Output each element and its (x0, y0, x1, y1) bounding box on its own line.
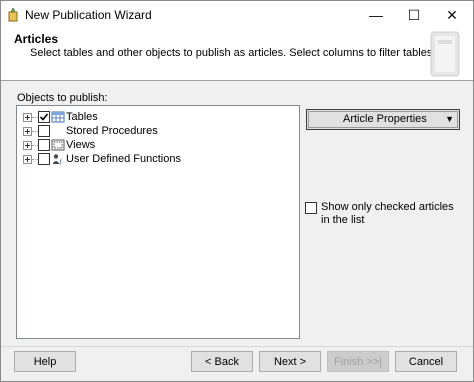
tables-checkbox[interactable] (38, 111, 50, 123)
show-only-checked-label: Show only checked articles in the list (321, 201, 454, 226)
dropdown-arrow-icon: ▼ (445, 114, 454, 124)
app-icon (8, 8, 18, 22)
views-checkbox[interactable] (38, 139, 50, 151)
cancel-button[interactable]: Cancel (395, 351, 457, 372)
tree-node-label: Views (66, 139, 96, 151)
back-button[interactable]: < Back (191, 351, 253, 372)
article-properties-label: Article Properties (343, 113, 427, 125)
stored-procedures-checkbox[interactable] (38, 125, 50, 137)
footer-divider (1, 346, 473, 347)
expand-icon[interactable] (23, 155, 32, 164)
maximize-icon: ☐ (407, 6, 421, 23)
user-defined-functions-checkbox[interactable] (38, 153, 50, 165)
function-icon: f (52, 154, 63, 165)
show-only-checked-checkbox[interactable] (305, 202, 317, 214)
view-icon (51, 139, 65, 151)
table-icon (51, 111, 65, 123)
tree-node-user-defined-functions[interactable]: f User Defined Functions (17, 152, 297, 166)
help-button-label: Help (33, 355, 57, 368)
page-title: Articles (14, 32, 59, 46)
objects-tree[interactable]: Tables Stored Procedures Views f User De… (16, 105, 300, 339)
minimize-button[interactable]: — (357, 1, 395, 29)
wizard-header: Articles Select tables and other objects… (1, 29, 473, 81)
tree-node-label: Stored Procedures (66, 125, 158, 137)
checkmark-icon (39, 113, 49, 121)
help-button[interactable]: Help (14, 351, 76, 372)
maximize-button[interactable]: ☐ (395, 1, 433, 29)
next-button[interactable]: Next > (259, 351, 321, 372)
tree-node-label: User Defined Functions (66, 153, 181, 165)
expand-icon[interactable] (23, 141, 32, 150)
title-bar[interactable]: New Publication Wizard — ☐ ✕ (1, 1, 473, 29)
back-button-label: < Back (205, 355, 239, 368)
page-subtitle: Select tables and other objects to publi… (30, 47, 436, 59)
tree-node-views[interactable]: Views (17, 138, 297, 152)
minimize-icon: — (369, 7, 383, 23)
finish-button[interactable]: Finish >>| (327, 351, 389, 372)
expand-icon[interactable] (23, 113, 32, 122)
wizard-banner-icon (430, 31, 460, 77)
tree-node-stored-procedures[interactable]: Stored Procedures (17, 124, 297, 138)
close-icon: ✕ (446, 6, 458, 23)
wizard-window: New Publication Wizard — ☐ ✕ Articles Se… (0, 0, 474, 382)
finish-button-label: Finish >>| (333, 355, 383, 368)
window-title: New Publication Wizard (25, 8, 152, 22)
close-button[interactable]: ✕ (433, 1, 471, 29)
svg-text:f: f (60, 158, 63, 165)
tree-node-label: Tables (66, 111, 98, 123)
cancel-button-label: Cancel (408, 355, 444, 368)
expand-icon[interactable] (23, 127, 32, 136)
article-properties-button[interactable]: Article Properties ▼ (306, 109, 460, 130)
tree-node-tables[interactable]: Tables (17, 110, 297, 124)
objects-to-publish-label: Objects to publish: (17, 92, 108, 104)
next-button-label: Next > (273, 355, 307, 368)
